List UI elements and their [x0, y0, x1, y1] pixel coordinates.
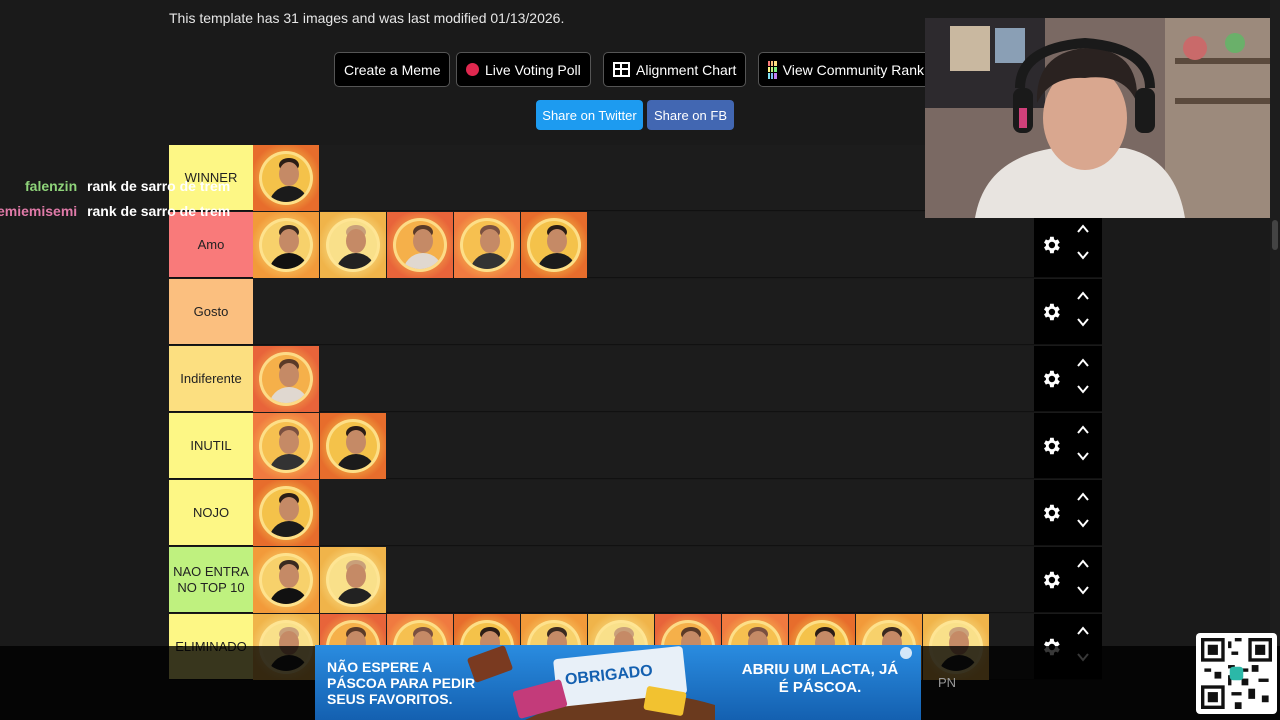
contestant-image[interactable]: [253, 480, 319, 546]
chat-text: rank de sarro de trem: [87, 178, 231, 194]
tier-controls: [1034, 480, 1102, 545]
qr-code: [1196, 633, 1277, 714]
chevron-down-icon[interactable]: [1076, 583, 1090, 597]
contestant-image[interactable]: [320, 212, 386, 278]
record-dot-icon: [466, 63, 479, 76]
tier-label[interactable]: Amo: [169, 212, 253, 277]
chevron-up-icon[interactable]: [1076, 356, 1090, 370]
chevron-up-icon[interactable]: [1076, 557, 1090, 571]
contestant-image[interactable]: [521, 212, 587, 278]
tier-row: WINNER: [169, 145, 925, 211]
tier-items[interactable]: [253, 145, 925, 211]
tier-controls: [1034, 346, 1102, 411]
chat-text: rank de sarro de trem: [87, 203, 231, 219]
tier-row: INUTIL: [169, 413, 1102, 479]
contestant-image[interactable]: [253, 547, 319, 613]
live-voting-poll-button[interactable]: Live Voting Poll: [456, 52, 591, 87]
chevron-up-icon[interactable]: [1076, 289, 1090, 303]
gear-icon[interactable]: [1040, 234, 1062, 256]
chevron-down-icon[interactable]: [1076, 315, 1090, 329]
contestant-image[interactable]: [253, 212, 319, 278]
tier-label[interactable]: INUTIL: [169, 413, 253, 478]
tier-items[interactable]: [253, 279, 1034, 344]
contestant-image[interactable]: [253, 413, 319, 479]
alignment-label: Alignment Chart: [636, 61, 737, 78]
tier-label[interactable]: Indiferente: [169, 346, 253, 411]
alignment-chart-button[interactable]: Alignment Chart: [603, 52, 747, 87]
webcam-image: [925, 18, 1280, 218]
gear-icon[interactable]: [1040, 569, 1062, 591]
rank-grid-icon: [768, 60, 777, 79]
live-poll-label: Live Voting Poll: [485, 61, 581, 78]
tier-controls: [1034, 547, 1102, 612]
tier-items[interactable]: [253, 547, 1034, 613]
tier-controls: [1034, 279, 1102, 344]
advertisement-banner[interactable]: NÃO ESPERE A PÁSCOA PARA PEDIR SEUS FAVO…: [315, 645, 921, 720]
share-fb-button[interactable]: Share on FB: [647, 100, 734, 130]
scrollbar-thumb[interactable]: [1272, 220, 1278, 250]
chat-message: falenzin rank de sarro de trem: [25, 178, 230, 194]
chevron-up-icon[interactable]: [1076, 222, 1090, 236]
ad-left-text: NÃO ESPERE A PÁSCOA PARA PEDIR SEUS FAVO…: [327, 659, 476, 707]
tier-items[interactable]: [253, 212, 1034, 278]
tier-row: Amo: [169, 212, 1102, 278]
contestant-image[interactable]: [253, 145, 319, 211]
overflow-label: PN: [938, 675, 957, 690]
tier-label[interactable]: NOJO: [169, 480, 253, 545]
contestant-image[interactable]: [320, 547, 386, 613]
contestant-image[interactable]: [454, 212, 520, 278]
share-twitter-button[interactable]: Share on Twitter: [536, 100, 643, 130]
streamer-webcam: [925, 18, 1280, 218]
chevron-down-icon[interactable]: [1076, 449, 1090, 463]
tier-row: Indiferente: [169, 346, 1102, 412]
tier-row: Gosto: [169, 279, 1102, 345]
chat-message: emiemisemi rank de sarro de trem: [0, 203, 230, 219]
chevron-down-icon[interactable]: [1076, 382, 1090, 396]
community-rank-button[interactable]: View Community Rank: [758, 52, 933, 87]
qr-code-image: [1201, 638, 1272, 709]
chat-username: emiemisemi: [0, 203, 78, 219]
gear-icon[interactable]: [1040, 368, 1062, 390]
ad-right-text: ABRIU UM LACTA, JÁ É PÁSCOA.: [741, 661, 899, 696]
gear-icon[interactable]: [1040, 502, 1062, 524]
chevron-up-icon[interactable]: [1076, 490, 1090, 504]
chevron-down-icon[interactable]: [1076, 248, 1090, 262]
tier-items[interactable]: [253, 413, 1034, 479]
chevron-up-icon[interactable]: [1076, 624, 1090, 638]
create-meme-label: Create a Meme: [344, 61, 441, 78]
grid-icon: [613, 62, 630, 77]
chevron-up-icon[interactable]: [1076, 423, 1090, 437]
scrollbar[interactable]: [1270, 0, 1280, 720]
gear-icon[interactable]: [1040, 435, 1062, 457]
tier-label[interactable]: Gosto: [169, 279, 253, 344]
tier-label[interactable]: NAO ENTRA NO TOP 10: [169, 547, 253, 612]
tier-row: NOJO: [169, 480, 1102, 546]
chat-username: falenzin: [25, 178, 78, 194]
contestant-image[interactable]: [320, 413, 386, 479]
tier-items[interactable]: [253, 480, 1034, 546]
tier-controls: [1034, 212, 1102, 277]
template-info: This template has 31 images and was last…: [169, 10, 565, 26]
page: This template has 31 images and was last…: [0, 0, 1280, 720]
tier-row: NAO ENTRA NO TOP 10: [169, 547, 1102, 613]
tier-items[interactable]: [253, 346, 1034, 412]
gear-icon[interactable]: [1040, 301, 1062, 323]
create-meme-button[interactable]: Create a Meme: [334, 52, 451, 87]
community-label: View Community Rank: [782, 61, 924, 78]
contestant-image[interactable]: [387, 212, 453, 278]
tier-controls: [1034, 413, 1102, 478]
chevron-down-icon[interactable]: [1076, 516, 1090, 530]
contestant-image[interactable]: [253, 346, 319, 412]
